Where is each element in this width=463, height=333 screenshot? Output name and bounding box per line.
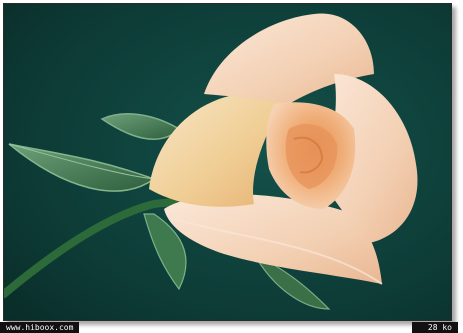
image-frame: www.hiboox.com 28 ko xyxy=(0,0,463,333)
file-size-label: 28 ko xyxy=(412,322,458,333)
site-watermark: www.hiboox.com xyxy=(0,322,80,333)
rose-illustration xyxy=(4,4,451,320)
rose-photo xyxy=(3,3,452,321)
caption-bar: www.hiboox.com 28 ko xyxy=(0,322,463,333)
